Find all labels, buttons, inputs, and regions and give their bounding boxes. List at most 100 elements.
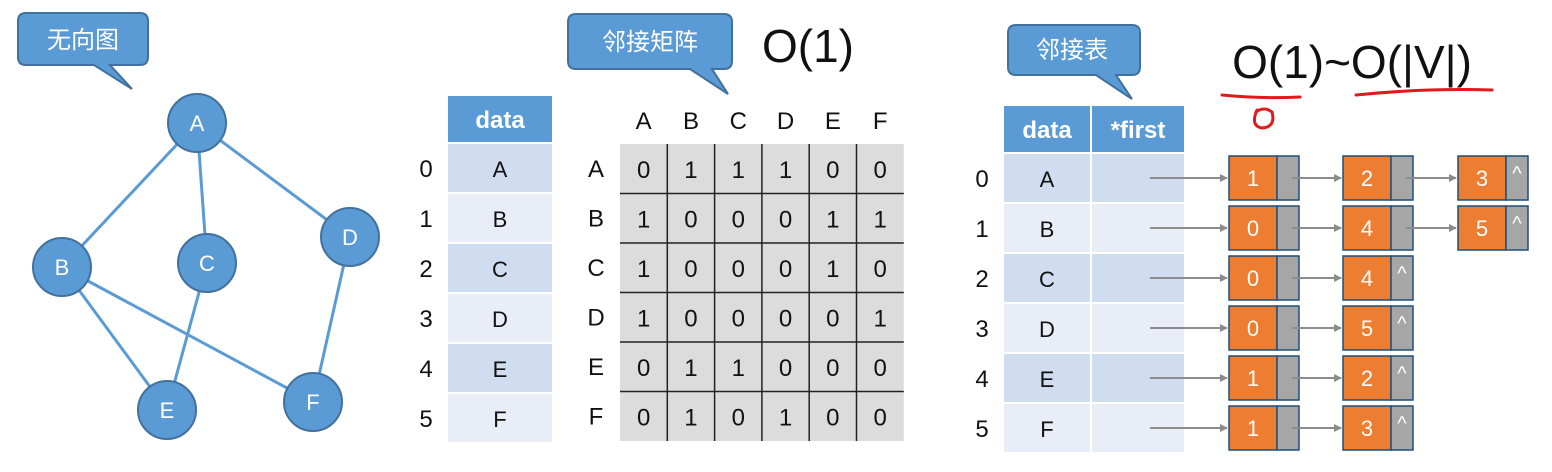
edge-node-value: 5 [1361,316,1373,341]
matrix-col-label: A [636,108,652,135]
edge-node-value: 2 [1361,166,1373,191]
matrix-row-label: F [589,403,604,430]
edge-node-value: 1 [1247,366,1259,391]
adj-list-row-3: 3 D 0 5 ^ [975,304,1414,352]
matrix-cell: 1 [779,157,792,184]
matrix-cell: 0 [684,256,697,283]
edge-node: 5 ^ [1457,205,1529,251]
graph-node-label: D [342,225,358,250]
matrix-cell: 0 [732,404,745,431]
matrix-cell: 0 [637,404,650,431]
vertex-row-1: 1B [419,194,552,242]
matrix-cell: 1 [637,305,650,332]
matrix-cell: 0 [684,206,697,233]
edge-node-value: 5 [1476,216,1488,241]
annotation-circle [1252,107,1275,130]
matrix-cell: 0 [779,206,792,233]
callout-label: 邻接矩阵 [602,28,698,56]
edge-node-value: 0 [1247,266,1259,291]
list-value: B [1040,217,1055,242]
vertex-row-4: 4E [419,344,552,392]
matrix-complexity: O(1) [762,20,854,72]
vertex-value: E [493,357,508,382]
matrix-col-label: B [683,108,699,135]
matrix-cell: 0 [873,404,886,431]
vertex-row-5: 5F [419,394,552,442]
callout-adjacency-list: 邻接表 [1007,24,1141,100]
edge-node: 2 [1342,155,1457,201]
vertex-value: A [493,157,508,182]
adjacency-list: data *first0 A 1 2 3 ^1 B 0 4 5 ^2 C 0 4 ^3 D 0 5 ^4 E 1 2 ^5 F 1… [975,106,1529,452]
edge-node-value: 4 [1361,216,1373,241]
edge-node: 1 [1228,405,1342,451]
annotation-underline-constant [1220,93,1302,100]
graph-nodes: A B C D E F [32,93,380,440]
vertex-row-2: 2C [419,244,552,292]
edge-node: 0 [1228,255,1342,301]
edge-node: 1 [1228,355,1342,401]
list-index: 1 [975,216,988,243]
matrix-cell: 0 [873,256,886,283]
adj-list-row-4: 4 E 1 2 ^ [975,354,1414,402]
edge-node-value: 1 [1247,416,1259,441]
null-pointer-mark: ^ [1397,363,1407,385]
matrix-cell: 0 [779,305,792,332]
matrix-cell: 1 [779,404,792,431]
graph-node-label: F [306,390,319,415]
matrix-cell: 0 [779,256,792,283]
matrix-cell: 0 [826,157,839,184]
matrix-cell: 1 [684,157,697,184]
vertex-table-header: data [448,96,552,142]
adj-list-row-2: 2 C 0 4 ^ [975,254,1414,302]
matrix-cell: 0 [873,157,886,184]
matrix-cell: 0 [826,355,839,382]
edge-node-value: 0 [1247,216,1259,241]
matrix-row-label: E [588,354,604,381]
graph-node-label: C [199,251,215,276]
matrix-cell: 0 [732,206,745,233]
matrix-cell: 1 [637,206,650,233]
edge-node: 3 ^ [1342,405,1414,451]
edge-node: 0 [1228,305,1342,351]
matrix-cell: 1 [873,206,886,233]
adj-list-header: data *first [1004,106,1184,152]
adjacency-matrix: A B C D E FABCDEF0 1 1 1 0 01 0 0 0 1 11 0 0 0 1 01 0 0 0 0 10 1 1 0… [587,108,904,441]
matrix-cell: 0 [826,404,839,431]
vertex-value: F [493,407,506,432]
matrix-cell: 0 [637,355,650,382]
graph-node-B: B [32,237,92,297]
graph-node-D: D [320,207,380,267]
list-value: C [1039,267,1055,292]
graph-storage-diagram: 无向图 AB CDE F 邻接矩阵 O(1) data0 A1 B2 C3 D4 E5 F AB… [17,12,1529,452]
matrix-cell: 1 [873,305,886,332]
graph-node-label: E [160,398,175,423]
matrix-col-label: D [777,108,794,135]
matrix-cell: 0 [732,305,745,332]
callout-label: 邻接表 [1036,36,1108,64]
edge-node: 1 [1228,155,1342,201]
graph-node-label: A [190,111,205,136]
edge-node: 2 ^ [1342,355,1414,401]
list-complexity: O(1)~O(|V|) [1232,36,1472,88]
vertex-value: D [492,307,508,332]
vertex-index: 4 [419,356,432,383]
null-pointer-mark: ^ [1397,413,1407,435]
edge-node-value: 3 [1476,166,1488,191]
null-pointer-mark: ^ [1397,313,1407,335]
edge-node: 3 ^ [1457,155,1529,201]
matrix-row-label: A [588,156,604,183]
list-index: 4 [975,366,988,393]
vertex-value: C [492,257,508,282]
list-value: F [1040,417,1053,442]
matrix-cell: 1 [684,355,697,382]
matrix-col-label: C [730,108,747,135]
vertex-table: data0 A1 B2 C3 D4 E5 F [419,96,552,442]
matrix-cell: 1 [826,256,839,283]
header-label: data [475,107,525,134]
list-value: E [1040,367,1055,392]
callout-label: 无向图 [47,26,119,54]
edge-node-value: 2 [1361,366,1373,391]
edge-node: 5 ^ [1342,305,1414,351]
matrix-cell: 1 [826,206,839,233]
vertex-row-0: 0A [419,144,552,192]
